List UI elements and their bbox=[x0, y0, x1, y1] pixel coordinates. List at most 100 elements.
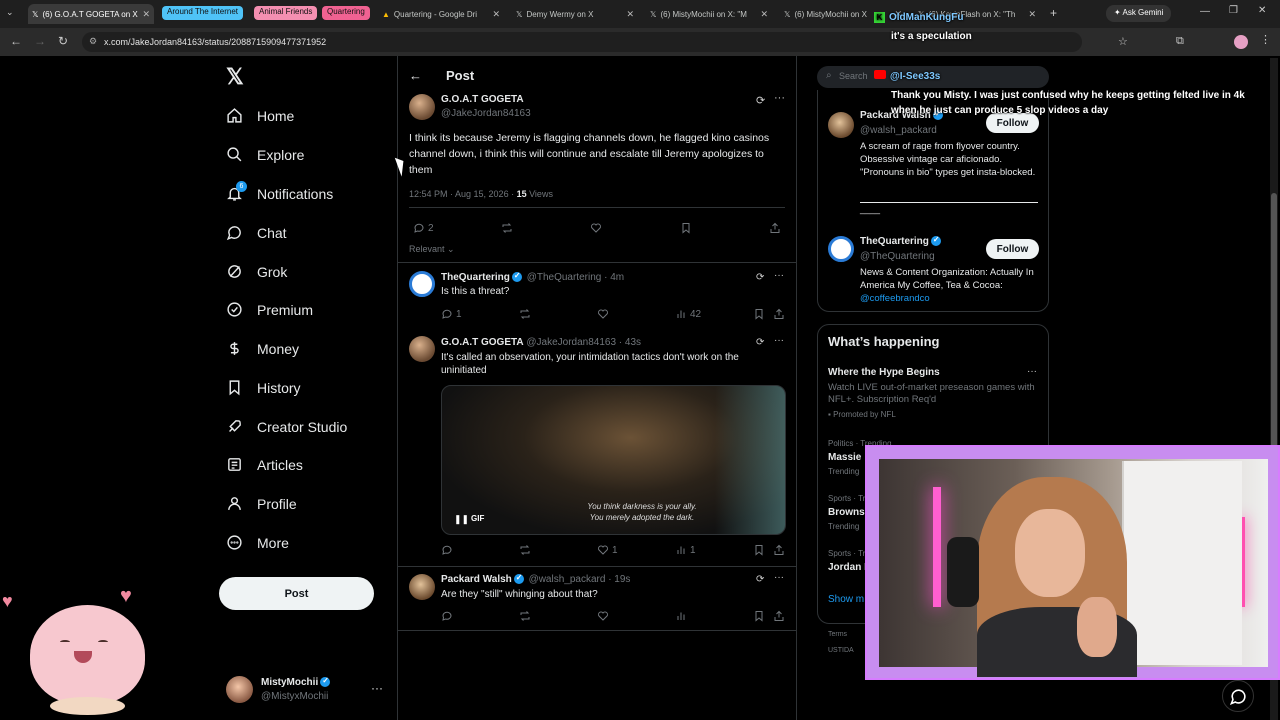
like-button[interactable] bbox=[597, 308, 612, 320]
footer-terms-link[interactable]: Terms bbox=[828, 631, 847, 638]
sidebar-item-notifications[interactable]: Notifications 6 bbox=[226, 181, 333, 202]
sidebar-item-home[interactable]: Home bbox=[226, 107, 294, 124]
like-button[interactable] bbox=[597, 610, 612, 622]
sidebar-item-more[interactable]: More bbox=[226, 534, 289, 551]
more-horizontal-icon[interactable]: ··· bbox=[774, 270, 784, 281]
tab-group-quartering[interactable]: Quartering bbox=[322, 6, 370, 20]
trend-title[interactable]: Massie bbox=[828, 452, 861, 463]
like-button[interactable] bbox=[590, 222, 605, 234]
repost-button[interactable] bbox=[519, 544, 534, 556]
trend-promo-title[interactable]: Where the Hype Begins bbox=[828, 367, 940, 378]
reply-author-handle[interactable]: @walsh_packard · 19s bbox=[529, 574, 631, 585]
trend-title[interactable]: Browns bbox=[828, 507, 865, 518]
bookmark-button[interactable] bbox=[753, 610, 768, 622]
post-author-handle[interactable]: @JakeJordan84163 bbox=[441, 108, 531, 119]
new-tab-icon[interactable]: + bbox=[1050, 6, 1057, 20]
gif-media[interactable]: You think darkness is your ally. You mer… bbox=[441, 385, 786, 535]
bookmark-button[interactable] bbox=[753, 544, 768, 556]
avatar[interactable] bbox=[409, 271, 435, 297]
close-tab-icon[interactable]: ✕ bbox=[760, 9, 768, 20]
show-more-link[interactable]: Show m bbox=[828, 594, 864, 605]
sidebar-item-articles[interactable]: Articles bbox=[226, 456, 303, 473]
person-handle[interactable]: @TheQuartering bbox=[860, 251, 935, 262]
reload-icon[interactable]: ↻ bbox=[58, 34, 68, 48]
sort-dropdown[interactable]: Relevant ⌄ bbox=[409, 244, 455, 255]
views-button[interactable]: 42 bbox=[675, 308, 701, 320]
tab-active[interactable]: 𝕏 (6) G.O.A.T GOGETA on X ✕ bbox=[28, 4, 154, 24]
sidebar-item-chat[interactable]: Chat bbox=[226, 224, 287, 241]
bio-link[interactable]: @coffeebrandco bbox=[860, 293, 930, 304]
reply-author-handle[interactable]: @JakeJordan84163 · 43s bbox=[526, 337, 641, 348]
tab-group-animal-friends[interactable]: Animal Friends bbox=[254, 6, 318, 20]
trend-title[interactable]: Jordan I bbox=[828, 562, 867, 573]
pause-icon[interactable]: ❚❚ bbox=[454, 514, 469, 525]
close-window-icon[interactable]: ✕ bbox=[1258, 5, 1266, 16]
sidebar-item-grok[interactable]: Grok bbox=[226, 263, 287, 280]
more-horizontal-icon[interactable]: ··· bbox=[774, 92, 785, 104]
avatar[interactable] bbox=[409, 574, 435, 600]
tab-google-drive[interactable]: ▲ Quartering - Google Dri ✕ bbox=[378, 4, 504, 24]
sidebar-item-premium[interactable]: Premium bbox=[226, 301, 313, 318]
avatar[interactable] bbox=[828, 112, 854, 138]
reply-author-name[interactable]: G.O.A.T GOGETA bbox=[441, 337, 524, 348]
extensions-icon[interactable]: ⧉ bbox=[1176, 35, 1184, 48]
share-button[interactable] bbox=[773, 610, 788, 622]
sidebar-item-profile[interactable]: Profile bbox=[226, 495, 297, 512]
sidebar-item-explore[interactable]: Explore bbox=[226, 146, 304, 163]
sidebar-item-money[interactable]: Money bbox=[226, 340, 299, 357]
person-name[interactable]: TheQuartering bbox=[860, 235, 943, 247]
x-logo-icon[interactable]: 𝕏 bbox=[226, 64, 244, 90]
tab-group-around-the-internet[interactable]: Around The Internet bbox=[162, 6, 244, 20]
back-icon[interactable]: ← bbox=[10, 34, 22, 48]
post-author-name[interactable]: G.O.A.T GOGETA bbox=[441, 94, 524, 105]
reply-button[interactable]: 2 bbox=[413, 222, 434, 234]
ask-gemini-button[interactable]: ✦ Ask Gemini bbox=[1106, 5, 1172, 22]
reply-button[interactable] bbox=[441, 544, 456, 556]
close-tab-icon[interactable]: ✕ bbox=[626, 9, 634, 20]
close-tab-icon[interactable]: ✕ bbox=[1028, 9, 1036, 20]
chat-bubble-button[interactable] bbox=[1222, 680, 1254, 712]
repost-button[interactable] bbox=[519, 610, 534, 622]
more-horizontal-icon[interactable]: ··· bbox=[371, 681, 383, 695]
avatar[interactable] bbox=[828, 236, 854, 262]
views-button[interactable] bbox=[675, 610, 690, 622]
like-button[interactable]: 1 bbox=[597, 544, 618, 556]
menu-icon[interactable]: ⋮ bbox=[1260, 33, 1271, 46]
bookmark-button[interactable] bbox=[753, 308, 768, 320]
reply-author-name[interactable]: Packard Walsh bbox=[441, 574, 512, 585]
back-arrow-icon[interactable]: ← bbox=[409, 68, 422, 83]
forward-icon[interactable]: → bbox=[34, 34, 46, 48]
tab-search-icon[interactable]: ⌄ bbox=[6, 7, 20, 21]
reply-author-handle[interactable]: @TheQuartering · 4m bbox=[527, 272, 624, 283]
post-button[interactable]: Post bbox=[219, 577, 374, 610]
grok-explain-icon[interactable]: ⟳ bbox=[756, 337, 764, 348]
close-tab-icon[interactable]: ✕ bbox=[492, 9, 500, 20]
tab-demy[interactable]: 𝕏 Demy Wermy on X ✕ bbox=[512, 4, 638, 24]
more-horizontal-icon[interactable]: ··· bbox=[774, 572, 784, 583]
person-handle[interactable]: @walsh_packard bbox=[860, 125, 937, 136]
bookmark-star-icon[interactable]: ☆ bbox=[1118, 35, 1128, 48]
more-horizontal-icon[interactable]: ··· bbox=[1027, 366, 1037, 377]
repost-button[interactable] bbox=[519, 308, 534, 320]
reply-button[interactable]: 1 bbox=[441, 308, 462, 320]
more-horizontal-icon[interactable]: ··· bbox=[774, 335, 784, 346]
follow-button[interactable]: Follow bbox=[986, 239, 1039, 259]
close-tab-icon[interactable]: ✕ bbox=[142, 9, 150, 20]
sidebar-item-history[interactable]: History bbox=[226, 379, 301, 396]
views-button[interactable]: 1 bbox=[675, 544, 696, 556]
share-button[interactable] bbox=[773, 544, 788, 556]
grok-explain-icon[interactable]: ⟳ bbox=[756, 574, 764, 585]
maximize-icon[interactable]: ❐ bbox=[1229, 5, 1238, 16]
sidebar-item-creator-studio[interactable]: Creator Studio bbox=[226, 418, 347, 435]
footer-link[interactable]: USTIDA bbox=[828, 647, 854, 654]
bookmark-button[interactable] bbox=[680, 222, 695, 234]
site-info-icon[interactable]: ⚙ bbox=[89, 36, 97, 47]
share-button[interactable] bbox=[769, 222, 784, 234]
share-button[interactable] bbox=[773, 308, 788, 320]
repost-button[interactable] bbox=[501, 222, 516, 234]
account-switcher[interactable]: MistyMochii @MistyxMochii ··· bbox=[226, 676, 386, 706]
profile-avatar[interactable] bbox=[1234, 35, 1248, 49]
grok-explain-icon[interactable]: ⟳ bbox=[756, 272, 764, 283]
avatar[interactable] bbox=[409, 336, 435, 362]
tab-mistymochii-1[interactable]: 𝕏 (6) MistyMochii on X: "M ✕ bbox=[646, 4, 772, 24]
